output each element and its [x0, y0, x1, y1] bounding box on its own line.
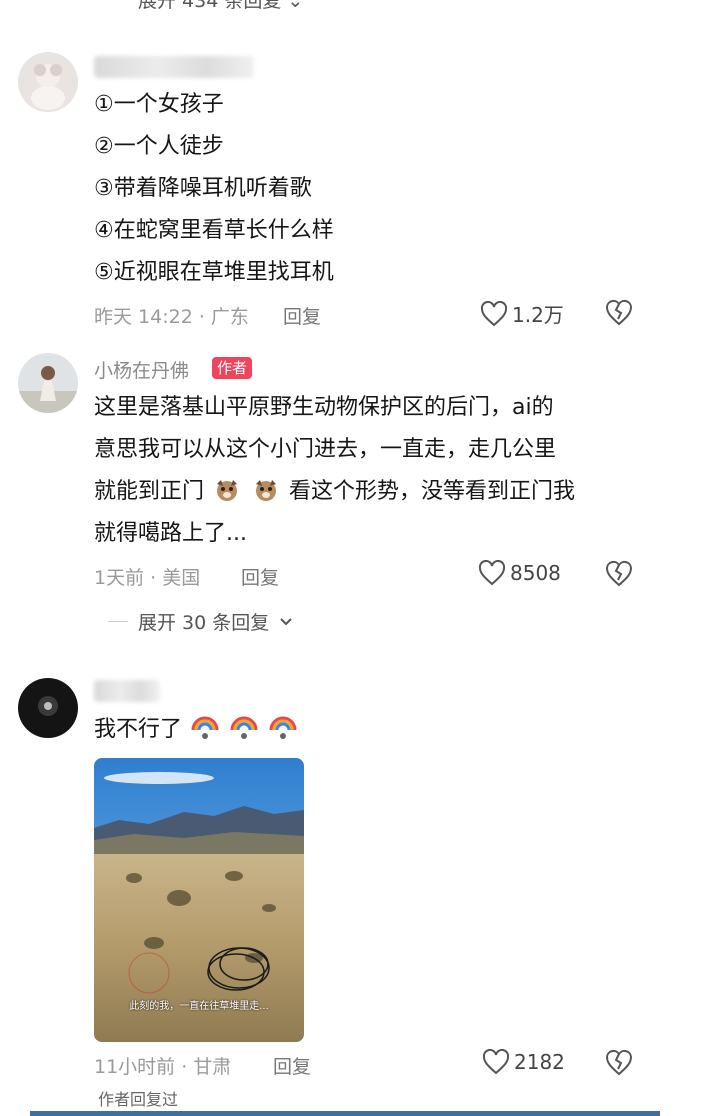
comment-text: 我不行了 [94, 717, 183, 742]
comment-text: 看这个形势，没等看到正门我 [289, 479, 576, 504]
like-count: 1.2万 [512, 303, 564, 327]
broken-heart-icon [605, 560, 633, 587]
heart-outline-icon [480, 300, 508, 326]
bottom-bar [30, 1111, 660, 1116]
comment-meta: 11小时前 · 甘肃 [94, 1056, 232, 1078]
photo-caption: 此刻的我，一直在往草堆里走... [129, 1001, 269, 1012]
dislike-button[interactable] [604, 1048, 634, 1080]
expand-replies-top[interactable]: 展开 434 条回复 ⌄ [138, 0, 303, 13]
comment-photo[interactable]: 此刻的我，一直在往草堆里走... [94, 758, 304, 1042]
reply-button[interactable]: 回复 [241, 563, 279, 590]
avatar[interactable] [18, 52, 78, 112]
comment-meta: 1天前 · 美国 [94, 567, 201, 589]
avatar[interactable] [18, 353, 78, 413]
comment-line: ④在蛇窝里看草长什么样 [94, 218, 334, 243]
like-count: 2182 [514, 1050, 565, 1074]
expand-replies-button[interactable]: 展开 30 条回复 [108, 608, 293, 635]
divider [108, 621, 128, 622]
like-button[interactable]: 8508 [478, 560, 561, 586]
avatar[interactable] [18, 678, 78, 738]
username-blurred [94, 680, 160, 702]
comment-line: 就得噶路上了... [94, 521, 247, 546]
comment-line-with-emoji: 就能到正门 看这个形势，没等看到正门我 [94, 471, 575, 513]
dislike-button[interactable] [604, 559, 634, 591]
comment-line: ③带着降噪耳机听着歌 [94, 176, 312, 201]
dog-emoji-icon [256, 480, 277, 501]
comment-line: 意思我可以从这个小门进去，一直走，走几公里 [94, 437, 557, 462]
username-blurred [94, 56, 254, 78]
dislike-button[interactable] [604, 298, 634, 330]
broken-heart-icon [605, 1049, 633, 1076]
comment-line: ⑤近视眼在草堆里找耳机 [94, 260, 334, 285]
heart-outline-icon [478, 560, 506, 586]
rainbow-emoji-icon [230, 716, 258, 739]
dog-emoji-icon [217, 480, 238, 501]
comment-line: ①一个女孩子 [94, 92, 224, 117]
comment-meta: 昨天 14:22 · 广东 [94, 306, 249, 328]
comment-line-with-emoji: 我不行了 [94, 709, 299, 751]
like-button[interactable]: 1.2万 [480, 299, 564, 328]
broken-heart-icon [605, 299, 633, 326]
author-badge: 作者 [212, 357, 253, 379]
author-replied-note: 作者回复过 [98, 1090, 179, 1109]
reply-button[interactable]: 回复 [273, 1052, 311, 1079]
expand-label: 展开 30 条回复 [138, 612, 270, 634]
comment-body: 这里是落基山平原野生动物保护区的后门，ai的 意思我可以从这个小门进去，一直走，… [94, 387, 575, 555]
reply-button[interactable]: 回复 [283, 302, 321, 329]
heart-outline-icon [482, 1049, 510, 1075]
chevron-down-icon [280, 617, 292, 625]
comment-line: ②一个人徒步 [94, 134, 224, 159]
like-count: 8508 [510, 561, 561, 585]
comment-line: 这里是落基山平原野生动物保护区的后门，ai的 [94, 395, 554, 420]
rainbow-emoji-icon [269, 716, 297, 739]
like-button[interactable]: 2182 [482, 1049, 565, 1075]
comment-text: 就能到正门 [94, 479, 205, 504]
author-name[interactable]: 小杨在丹佛 [94, 356, 189, 383]
rainbow-emoji-icon [191, 716, 219, 739]
comment-body: ①一个女孩子 ②一个人徒步 ③带着降噪耳机听着歌 ④在蛇窝里看草长什么样 ⑤近视… [94, 84, 334, 294]
